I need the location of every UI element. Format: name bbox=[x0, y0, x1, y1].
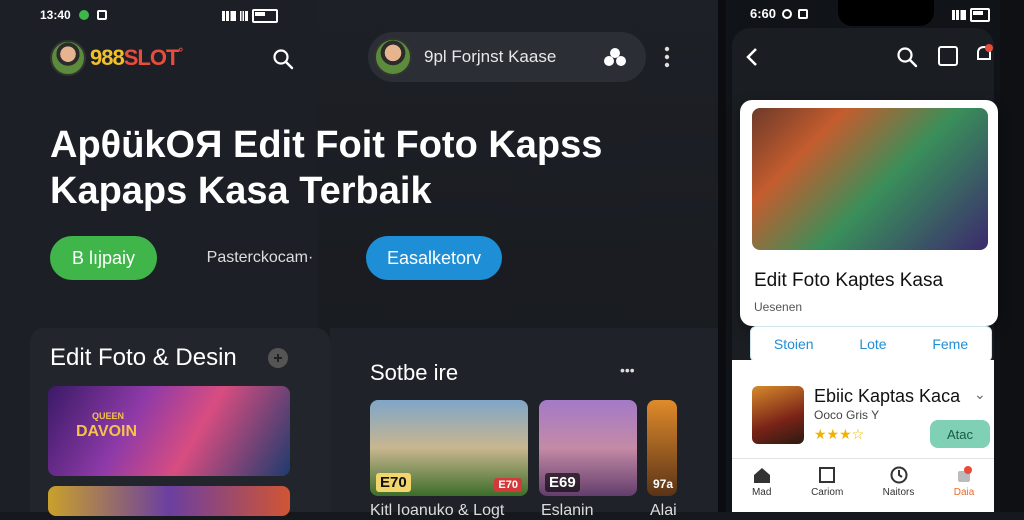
status-bar-right: 6:60 bbox=[750, 6, 809, 21]
status-time-right: 6:60 bbox=[750, 6, 777, 21]
tab-2[interactable]: Lote bbox=[859, 336, 886, 352]
right-edge bbox=[1000, 0, 1024, 512]
signal-icon-right bbox=[952, 10, 966, 20]
nav-categories[interactable]: Cariom bbox=[811, 465, 843, 498]
app-notification-icon bbox=[96, 10, 107, 20]
thumbnail-tag: QUEEN bbox=[92, 411, 125, 421]
logo-avatar bbox=[50, 40, 86, 76]
list-item-title[interactable]: Ebiic Kaptas Kaca bbox=[814, 386, 960, 407]
bottom-navigation: Mad Cariom Naitors Daia bbox=[732, 458, 994, 512]
primary-blue-button[interactable]: Easalketorv bbox=[366, 236, 502, 280]
thumbnail-caption-3: Alai bbox=[650, 502, 677, 519]
tab-1[interactable]: Stoien bbox=[774, 336, 814, 352]
nav-home[interactable]: Mad bbox=[752, 465, 772, 498]
logo-text: 988SLOT° bbox=[90, 45, 183, 71]
thumbnail-badge-2: E69 bbox=[545, 473, 580, 492]
nav-activity-label: Naitors bbox=[882, 487, 915, 498]
user-avatar[interactable] bbox=[374, 38, 412, 76]
grid-icon[interactable] bbox=[938, 46, 958, 66]
thumbnail-caption-1: Kitl Ioanuko & Logt bbox=[370, 502, 505, 519]
thumbnail-badge-1: E70 bbox=[376, 473, 411, 492]
nav-categories-label: Cariom bbox=[811, 487, 844, 498]
thumbnail-badge-1b: E70 bbox=[494, 478, 522, 492]
game-thumbnail-1[interactable]: E70 E70 bbox=[370, 400, 528, 496]
list-item-subtitle: Ooco Gris Y bbox=[814, 408, 880, 422]
tab-bar: Stoien Lote Feme bbox=[750, 326, 992, 362]
battery-icon-right bbox=[970, 8, 990, 22]
section-left-title: Edit Foto & Desin bbox=[50, 344, 237, 371]
app-banner-image bbox=[752, 108, 988, 250]
rating-stars: ★★★☆ bbox=[814, 426, 865, 442]
more-vertical-icon[interactable] bbox=[664, 46, 670, 73]
signal-icon bbox=[222, 11, 236, 21]
logo-word: SLOT bbox=[123, 45, 180, 70]
phone-notch bbox=[838, 0, 934, 26]
status-icons-right bbox=[952, 8, 990, 22]
battery-icon bbox=[252, 9, 278, 23]
back-arrow-icon[interactable] bbox=[744, 46, 760, 73]
text-link-button[interactable]: Pasterckocam· bbox=[200, 236, 320, 280]
clock-icon bbox=[890, 466, 908, 484]
square-icon bbox=[819, 467, 836, 483]
thumbnail-caption-2: Eslanin bbox=[541, 502, 594, 519]
settings-status-icon bbox=[782, 8, 793, 19]
section-mid-title: Sotbe ire bbox=[370, 360, 459, 385]
home-icon bbox=[753, 468, 770, 483]
hero-title-line-1: ApθükOЯ Edit Foit Foto Kapss bbox=[50, 124, 603, 166]
search-pill[interactable]: 9pl Forjnst Kaase bbox=[368, 32, 646, 82]
share-icon[interactable] bbox=[602, 46, 628, 68]
nav-profile-label: Daia bbox=[953, 487, 975, 498]
status-icons-left bbox=[222, 9, 278, 23]
game-thumbnail-2[interactable]: E69 bbox=[539, 400, 637, 496]
nav-profile[interactable]: Daia bbox=[953, 465, 975, 498]
chevron-down-icon[interactable]: ⌄ bbox=[974, 386, 986, 403]
app-subtitle: Uesenen bbox=[754, 300, 803, 314]
notification-icon bbox=[78, 10, 89, 20]
profile-icon bbox=[958, 466, 973, 482]
search-icon[interactable] bbox=[270, 46, 296, 72]
app-title: Edit Foto Kaptes Kasa bbox=[754, 270, 944, 291]
search-pill-text: 9pl Forjnst Kaase bbox=[424, 47, 557, 66]
primary-green-button[interactable]: B lıjpaiy bbox=[50, 236, 157, 280]
notification-bell-icon[interactable] bbox=[974, 44, 994, 71]
nav-activity[interactable]: Naitors bbox=[882, 465, 915, 498]
more-horizontal-icon[interactable]: ••• bbox=[620, 362, 635, 378]
nav-home-label: Mad bbox=[751, 487, 772, 498]
logo-mark: ° bbox=[178, 45, 183, 59]
brand-logo[interactable]: 988SLOT° bbox=[50, 40, 183, 76]
thumbnail-badge-3: 97a bbox=[653, 477, 674, 491]
status-time: 13:40 bbox=[40, 8, 71, 22]
featured-thumbnail[interactable]: DAVOIN QUEEN bbox=[48, 386, 290, 476]
logo-number: 988 bbox=[90, 45, 125, 70]
app-status-icon bbox=[798, 8, 809, 19]
search-icon-right[interactable] bbox=[896, 46, 918, 73]
thumbnail-title: DAVOIN bbox=[76, 423, 138, 440]
game-thumbnail-3[interactable]: 97a bbox=[647, 400, 677, 496]
list-item-thumbnail[interactable] bbox=[752, 386, 804, 444]
hero-title: ApθükOЯ Edit Foit Foto Kapss Kapaps Kasa… bbox=[50, 122, 650, 214]
section-left-action-icon[interactable] bbox=[268, 348, 288, 368]
status-bar-left: 13:40 bbox=[40, 8, 107, 22]
tab-3[interactable]: Feme bbox=[932, 336, 968, 352]
hero-title-line-2: Kapaps Kasa Terbaik bbox=[50, 170, 432, 212]
wifi-icon bbox=[240, 11, 248, 21]
get-button[interactable]: Atac bbox=[930, 420, 990, 448]
